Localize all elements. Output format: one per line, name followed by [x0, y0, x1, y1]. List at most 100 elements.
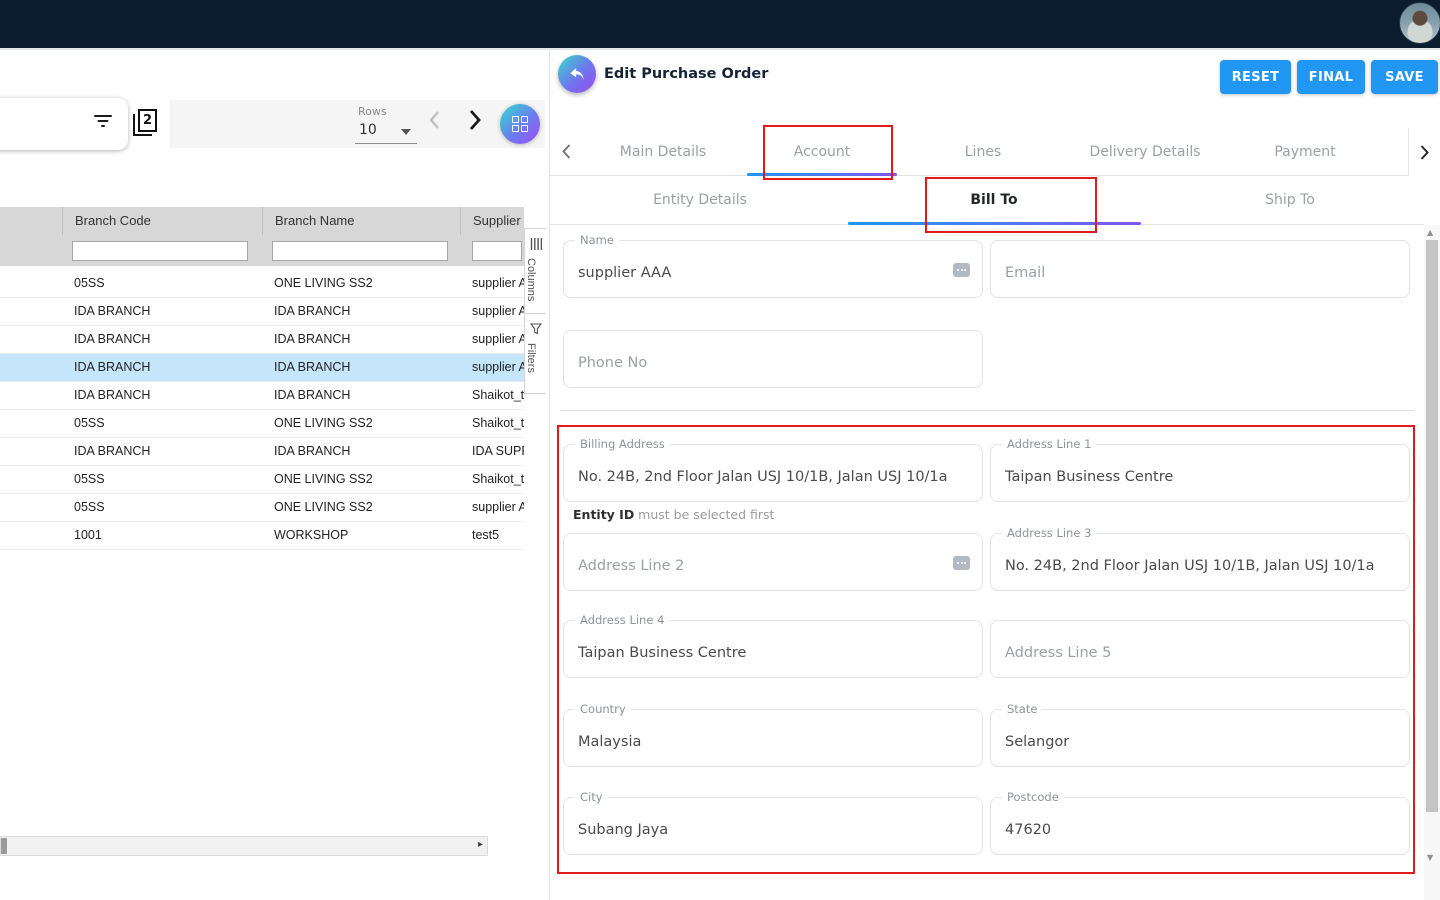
column-header-branch-code[interactable]: Branch Code [62, 207, 262, 235]
vertical-scrollbar-thumb[interactable] [1426, 240, 1438, 812]
column-header-supplier[interactable]: Supplier I [460, 207, 524, 235]
main-tab-bar: Main Details Account Lines Delivery Deta… [550, 128, 1440, 176]
address-line-5-field [990, 620, 1410, 678]
table-row-selected[interactable]: IDA BRANCH IDA BRANCH supplier A [0, 354, 524, 382]
table-header-row: Branch Code Branch Name Supplier I [0, 207, 524, 235]
edit-purchase-order-panel: Edit Purchase Order RESET FINAL SAVE Mai… [550, 50, 1440, 900]
cell-branch-name: IDA BRANCH [262, 382, 460, 409]
filters-label: Filters [525, 343, 537, 373]
branch-name-filter-input[interactable] [272, 241, 448, 261]
cell-branch-name: ONE LIVING SS2 [262, 410, 460, 437]
filter-count-icon[interactable]: 2 [133, 109, 159, 139]
branch-code-filter-input[interactable] [72, 241, 248, 261]
cell-supplier: Shaikot_te [460, 466, 524, 493]
cell-supplier: supplier A [460, 298, 524, 325]
cell-branch-code: IDA BRANCH [62, 354, 262, 381]
subtab-bill-to[interactable]: Bill To [909, 176, 1079, 225]
tab-delivery-details[interactable]: Delivery Details [1065, 128, 1225, 176]
previous-page-button[interactable] [428, 110, 440, 134]
filters-funnel-icon [530, 323, 542, 335]
country-input[interactable] [564, 710, 982, 766]
cell-branch-code: IDA BRANCH [62, 298, 262, 325]
sub-tab-bar: Entity Details Bill To Ship To [550, 176, 1424, 225]
email-input[interactable] [991, 241, 1409, 297]
table-row[interactable]: 05SS ONE LIVING SS2 Shaikot_te [0, 466, 524, 494]
table-row[interactable]: 05SS ONE LIVING SS2 supplier A [0, 270, 524, 298]
reset-button[interactable]: RESET [1220, 60, 1291, 94]
table-row[interactable]: IDA BRANCH IDA BRANCH IDA SUPP [0, 438, 524, 466]
city-field: City [563, 797, 983, 855]
address-line-1-input[interactable] [991, 445, 1409, 501]
grid-view-button[interactable] [500, 104, 540, 144]
table-row[interactable]: IDA BRANCH IDA BRANCH supplier A [0, 326, 524, 354]
address-line-5-input[interactable] [991, 621, 1409, 677]
branch-list-panel: 2 Rows 10 Branch Code Branch Name Suppli… [0, 50, 549, 900]
address-line-3-input[interactable] [991, 534, 1409, 590]
tabs-scroll-left-icon[interactable] [562, 144, 571, 163]
tab-main-details[interactable]: Main Details [583, 128, 743, 176]
cell-branch-name: IDA BRANCH [262, 438, 460, 465]
table-row[interactable]: 1001 WORKSHOP test5 [0, 522, 524, 550]
cell-branch-code: 05SS [62, 270, 262, 297]
save-button[interactable]: SAVE [1371, 60, 1438, 94]
postcode-input[interactable] [991, 798, 1409, 854]
user-avatar[interactable] [1399, 2, 1440, 44]
supplier-filter-input[interactable] [472, 241, 522, 261]
filter-list-icon[interactable] [94, 115, 112, 129]
state-field: State [990, 709, 1410, 767]
rows-per-page-select[interactable]: 10 [355, 120, 417, 144]
pagination-toolbar: Rows 10 [170, 100, 545, 148]
more-options-icon[interactable] [953, 263, 970, 277]
tab-payment[interactable]: Payment [1225, 128, 1385, 176]
table-row[interactable]: IDA BRANCH IDA BRANCH Shaikot_te [0, 382, 524, 410]
horizontal-scrollbar[interactable]: ▸ [0, 836, 488, 856]
final-button[interactable]: FINAL [1297, 60, 1365, 94]
name-input[interactable] [564, 241, 982, 297]
columns-toggle[interactable]: Columns [525, 229, 546, 313]
scroll-up-arrow-icon[interactable]: ▲ [1427, 228, 1433, 237]
filters-toggle[interactable]: Filters [525, 313, 546, 393]
tab-account[interactable]: Account [742, 128, 902, 176]
tab-lines[interactable]: Lines [903, 128, 1063, 176]
grid-icon [512, 116, 528, 132]
next-page-button[interactable] [468, 109, 481, 135]
cell-branch-code: IDA BRANCH [62, 326, 262, 353]
table-row[interactable]: 05SS ONE LIVING SS2 Shaikot_te [0, 410, 524, 438]
column-header-branch-name[interactable]: Branch Name [262, 207, 460, 235]
scroll-right-arrow-icon[interactable]: ▸ [478, 839, 483, 850]
address-line-4-input[interactable] [564, 621, 982, 677]
table-row[interactable]: 05SS ONE LIVING SS2 supplier A [0, 494, 524, 522]
more-options-icon[interactable] [953, 556, 970, 570]
cell-branch-name: WORKSHOP [262, 522, 460, 549]
chevron-down-icon [401, 129, 411, 135]
vertical-scrollbar[interactable]: ▲ ▼ [1424, 225, 1440, 900]
subtab-entity-details[interactable]: Entity Details [615, 176, 785, 225]
email-field [990, 240, 1410, 298]
table-row[interactable]: IDA BRANCH IDA BRANCH supplier A [0, 298, 524, 326]
search-card[interactable] [0, 98, 128, 150]
country-field: Country [563, 709, 983, 767]
tabs-scroll-right-icon[interactable] [1408, 128, 1440, 176]
cell-supplier: test5 [460, 522, 524, 549]
address-line-2-input[interactable] [564, 534, 982, 590]
cell-branch-code: IDA BRANCH [62, 438, 262, 465]
horizontal-scrollbar-thumb[interactable] [1, 838, 7, 854]
state-input[interactable] [991, 710, 1409, 766]
cell-supplier: Shaikot_te [460, 410, 524, 437]
scroll-down-arrow-icon[interactable]: ▼ [1427, 853, 1433, 862]
billing-address-input[interactable] [564, 445, 982, 501]
cell-branch-name: IDA BRANCH [262, 354, 460, 381]
table-body: 05SS ONE LIVING SS2 supplier A IDA BRANC… [0, 270, 524, 550]
subtab-ship-to[interactable]: Ship To [1205, 176, 1375, 225]
cell-branch-name: ONE LIVING SS2 [262, 270, 460, 297]
billing-address-field: Billing Address [563, 444, 983, 502]
phone-input[interactable] [564, 331, 982, 387]
phone-field [563, 330, 983, 388]
city-input[interactable] [564, 798, 982, 854]
top-navigation-bar [0, 0, 1440, 50]
back-button[interactable] [558, 55, 596, 93]
cell-branch-code: IDA BRANCH [62, 382, 262, 409]
postcode-field: Postcode [990, 797, 1410, 855]
name-field: Name [563, 240, 983, 298]
entity-id-helper-text: Entity ID must be selected first [573, 507, 774, 522]
